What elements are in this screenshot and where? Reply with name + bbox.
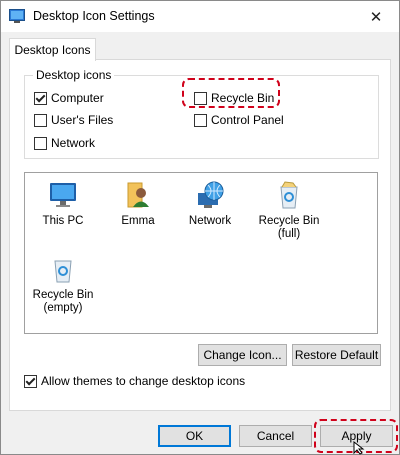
icon-item-this-pc[interactable]: This PC	[28, 179, 98, 228]
title-bar: Desktop Icon Settings ✕	[1, 1, 399, 32]
checkbox-label: User's Files	[51, 113, 114, 127]
icon-label: Emma	[121, 215, 155, 227]
cancel-button[interactable]: Cancel	[239, 425, 312, 447]
monitor-icon	[50, 183, 76, 207]
window-title: Desktop Icon Settings	[33, 9, 155, 23]
checkbox-computer[interactable]: Computer	[34, 91, 104, 105]
checkbox-label: Network	[51, 136, 96, 150]
tab-desktop-icons[interactable]: Desktop Icons	[9, 38, 96, 61]
recycle-bin-highlight	[182, 78, 280, 108]
network-globe-icon	[198, 181, 224, 208]
restore-default-button[interactable]: Restore Default	[292, 344, 381, 366]
icon-label: This PC	[42, 215, 84, 227]
checkbox-users-files[interactable]: User's Files	[34, 113, 113, 127]
icon-list[interactable]: This PC Emma Network Recycle Bin (full) …	[24, 172, 378, 334]
checkbox-label: Control Panel	[211, 113, 284, 127]
user-folder-icon	[127, 182, 149, 208]
close-button[interactable]: ✕	[353, 1, 399, 32]
desktop-settings-icon	[9, 9, 25, 23]
checkbox-box[interactable]	[24, 374, 37, 388]
checkbox-label: Allow themes to change desktop icons	[41, 374, 246, 388]
change-icon-button[interactable]: Change Icon...	[198, 344, 287, 366]
checkbox-network[interactable]: Network	[34, 136, 95, 150]
ok-button[interactable]: OK	[158, 425, 231, 447]
icon-label: Recycle Bin (empty)	[32, 289, 94, 314]
icon-label: Recycle Bin (full)	[258, 215, 320, 240]
checkbox-label: Computer	[51, 91, 104, 105]
recycle-bin-empty-icon	[54, 260, 72, 283]
icon-item-network[interactable]: Network	[175, 179, 245, 228]
checkbox-box[interactable]	[34, 91, 47, 105]
recycle-bin-full-icon	[280, 181, 298, 209]
checkbox-allow-themes[interactable]: Allow themes to change desktop icons	[24, 374, 245, 388]
checkbox-box[interactable]	[194, 113, 207, 127]
icon-item-emma[interactable]: Emma	[103, 179, 173, 228]
checkbox-box[interactable]	[34, 136, 47, 150]
checkbox-control-panel[interactable]: Control Panel	[194, 113, 284, 127]
icon-label: Network	[188, 215, 232, 227]
dialog-window: Desktop Icon Settings ✕ Desktop Icons De…	[0, 0, 400, 455]
mouse-cursor-icon	[353, 441, 365, 455]
tab-panel: Desktop icons Computer User's Files Netw…	[9, 59, 391, 411]
icon-item-recycle-bin-full[interactable]: Recycle Bin (full)	[254, 179, 324, 241]
group-title: Desktop icons	[33, 68, 115, 82]
close-icon: ✕	[369, 8, 383, 26]
icon-item-recycle-bin-empty[interactable]: Recycle Bin (empty)	[28, 253, 98, 315]
checkbox-box[interactable]	[34, 113, 47, 127]
